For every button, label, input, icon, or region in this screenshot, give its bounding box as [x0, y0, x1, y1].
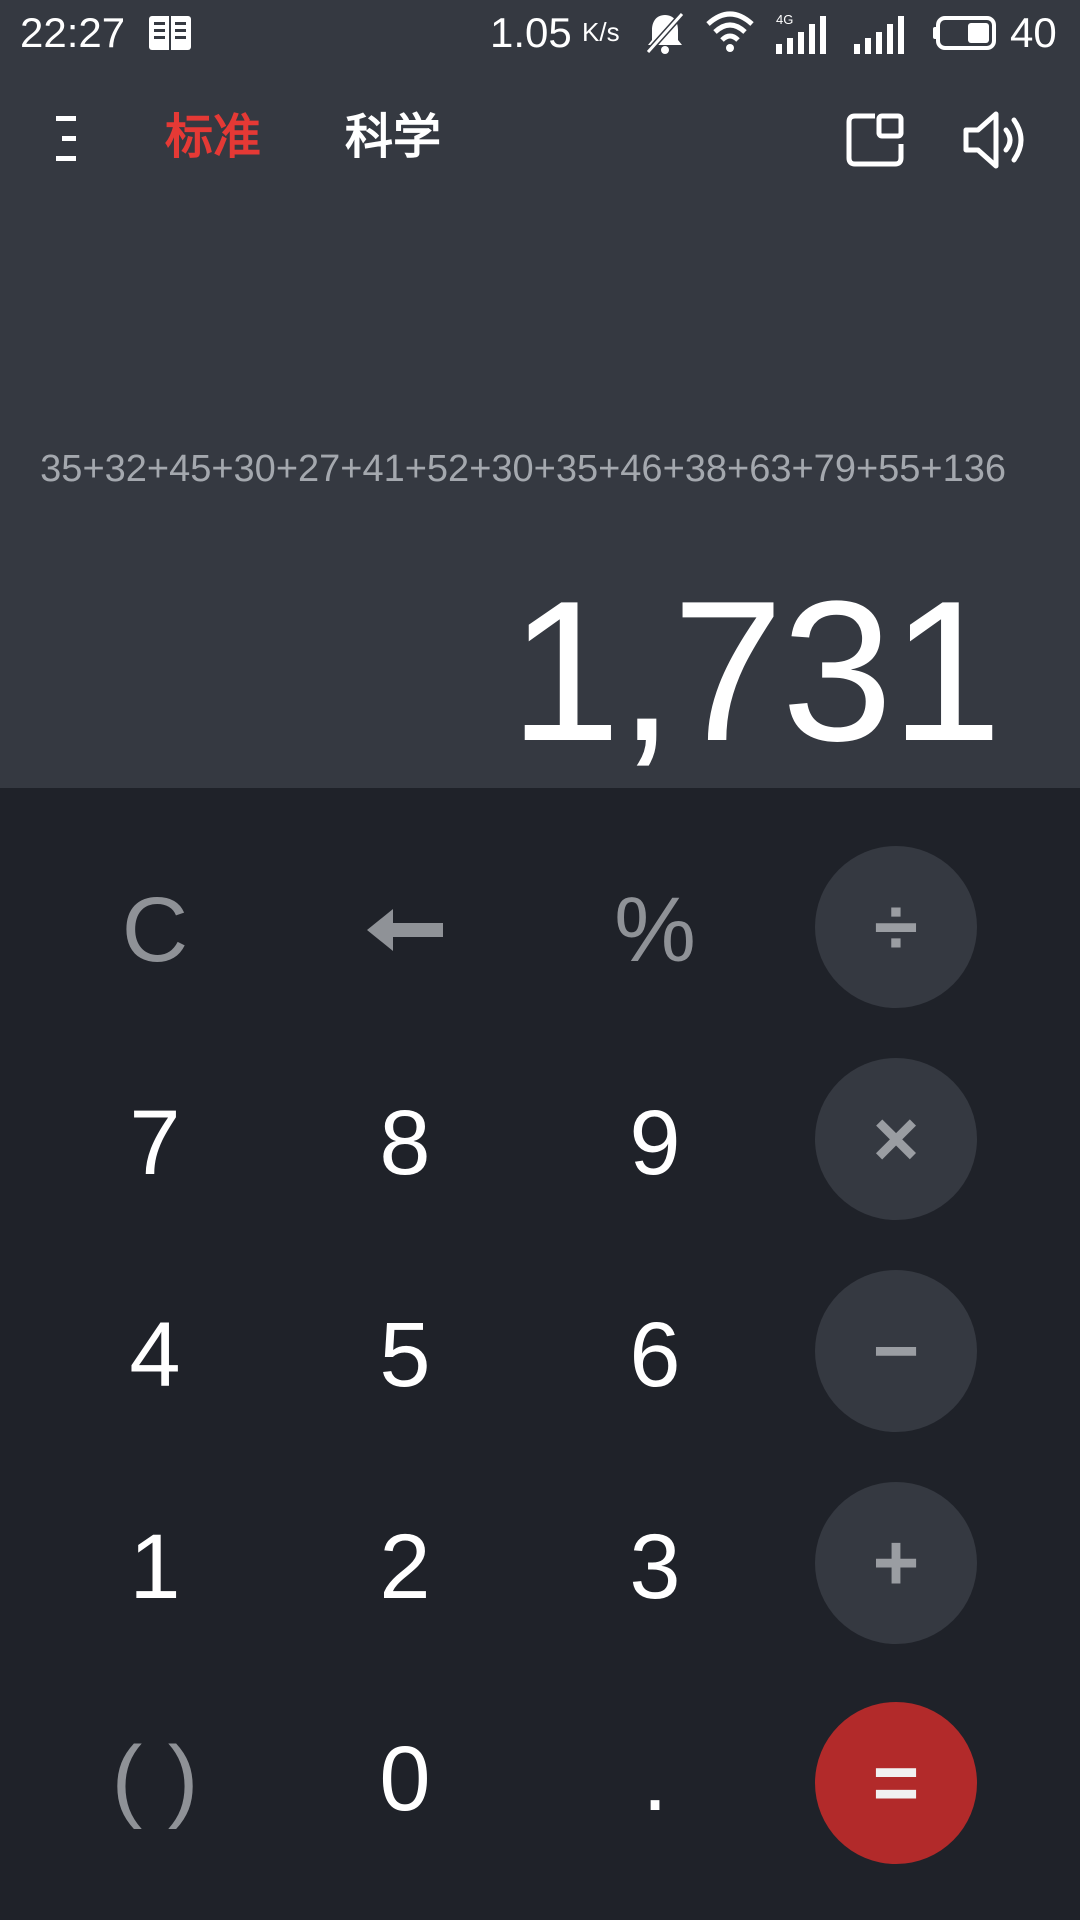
mute-icon [645, 11, 685, 55]
battery-icon [933, 16, 996, 50]
multiply-button[interactable]: × [815, 1058, 977, 1220]
status-bar: 22:27 1.05 K/s 4G 40 [0, 0, 1080, 68]
digit-6-button[interactable]: 6 [555, 1275, 755, 1435]
parentheses-button[interactable]: ( ) [55, 1699, 255, 1859]
display-panel: 22:27 1.05 K/s 4G 40 标准 科学 35+32+45+30+2… [0, 0, 1080, 788]
result-text: 1,731 [509, 560, 1002, 783]
book-icon [149, 16, 191, 50]
wifi-icon [706, 11, 754, 52]
net-speed: 1.05 [490, 9, 572, 56]
floating-window-icon[interactable] [845, 112, 905, 168]
digit-1-button[interactable]: 1 [55, 1487, 255, 1647]
status-time: 22:27 [20, 9, 126, 56]
equals-button[interactable]: = [815, 1702, 977, 1864]
toolbar: 标准 科学 [0, 100, 1080, 180]
svg-text:4G: 4G [776, 12, 793, 27]
digit-2-button[interactable]: 2 [305, 1487, 505, 1647]
expression-text: 35+32+45+30+27+41+52+30+35+46+38+63+79+5… [40, 448, 1006, 490]
subtract-button[interactable]: − [815, 1270, 977, 1432]
add-button[interactable]: + [815, 1482, 977, 1644]
signal-4g-icon: 4G [776, 12, 826, 54]
percent-button[interactable]: % [555, 850, 755, 1010]
sound-icon[interactable] [962, 110, 1028, 170]
calculator-screen: 22:27 1.05 K/s 4G 40 标准 科学 35+32+45+30+2… [0, 0, 1080, 1920]
net-speed-unit: K/s [582, 17, 620, 47]
digit-8-button[interactable]: 8 [305, 1063, 505, 1223]
digit-7-button[interactable]: 7 [55, 1063, 255, 1223]
tab-science[interactable]: 科学 [345, 106, 441, 170]
digit-5-button[interactable]: 5 [305, 1275, 505, 1435]
digit-0-button[interactable]: 0 [305, 1699, 505, 1859]
menu-icon[interactable] [50, 114, 80, 164]
backspace-arrow-icon [367, 909, 443, 951]
tab-standard[interactable]: 标准 [165, 106, 261, 170]
digit-4-button[interactable]: 4 [55, 1275, 255, 1435]
divide-button[interactable]: ÷ [815, 846, 977, 1008]
clear-button[interactable]: C [55, 850, 255, 1010]
battery-level: 40 [1010, 9, 1057, 56]
backspace-button[interactable] [305, 850, 505, 1010]
signal-icon [854, 16, 904, 54]
decimal-point-button[interactable]: . [555, 1699, 755, 1859]
digit-3-button[interactable]: 3 [555, 1487, 755, 1647]
digit-9-button[interactable]: 9 [555, 1063, 755, 1223]
